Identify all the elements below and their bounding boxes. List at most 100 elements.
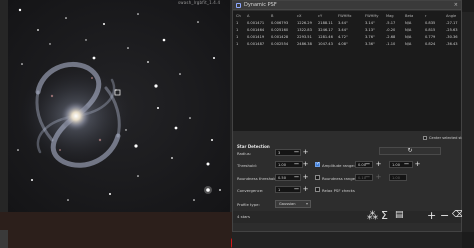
cell: 0.025160 bbox=[271, 28, 289, 32]
roundness-min-decrease-button[interactable]: − bbox=[364, 174, 371, 181]
header-cx[interactable]: cX bbox=[297, 14, 301, 18]
header-beta[interactable]: Beta bbox=[405, 14, 413, 18]
header-ch[interactable]: Ch bbox=[236, 14, 241, 18]
cell: 1047.43 bbox=[318, 42, 333, 46]
cell: 0.006793 bbox=[271, 21, 289, 25]
cell: -36.43 bbox=[446, 42, 458, 46]
cell: 0.001464 bbox=[247, 28, 265, 32]
cell: 0.001487 bbox=[247, 42, 265, 46]
radius-increase-button[interactable]: + bbox=[302, 149, 309, 156]
remove-star-icon[interactable]: − bbox=[440, 210, 449, 221]
close-icon[interactable]: × bbox=[454, 2, 458, 8]
profile-type-label: Profile type: bbox=[237, 202, 260, 207]
header-fwhmy[interactable]: FWHMy bbox=[365, 14, 379, 18]
cell: 3.14" bbox=[365, 21, 375, 25]
galaxy-image-canvas[interactable] bbox=[8, 0, 230, 212]
galaxy-image bbox=[17, 8, 221, 201]
cell: -1.10 bbox=[386, 42, 396, 46]
table-row[interactable]: 1 0.001471 0.006793 1226.29 2188.11 3.44… bbox=[233, 21, 461, 27]
header-a[interactable]: A bbox=[247, 14, 249, 18]
cell: 3.13" bbox=[365, 28, 375, 32]
cell: 1 bbox=[236, 42, 239, 46]
add-star-icon[interactable]: + bbox=[427, 210, 436, 221]
save-list-icon[interactable]: ▤ bbox=[395, 210, 404, 221]
cell: -2.68 bbox=[386, 35, 396, 39]
cell: 0.001471 bbox=[247, 21, 265, 25]
star-count: 4 stars bbox=[237, 214, 250, 219]
header-mag[interactable]: Mag bbox=[386, 14, 394, 18]
table-header: Ch A B cX cY FWHMx FWHMy Mag Beta r Angl… bbox=[233, 14, 461, 20]
window-title: Dynamic PSF bbox=[244, 2, 277, 8]
cell: -25.63 bbox=[446, 28, 458, 32]
window-titlebar[interactable]: Dynamic PSF × bbox=[233, 1, 461, 10]
radius-decrease-button[interactable]: − bbox=[293, 149, 300, 156]
star-table[interactable]: Ch A B cX cY FWHMx FWHMy Mag Beta r Angl… bbox=[233, 11, 461, 131]
cell: 3.44" bbox=[338, 21, 348, 25]
roundness-min-increase-button[interactable]: + bbox=[375, 174, 382, 181]
center-selected-checkbox[interactable] bbox=[423, 136, 427, 140]
convergence-increase-button[interactable]: + bbox=[302, 186, 309, 193]
amplitude-min-increase-button[interactable]: + bbox=[375, 161, 382, 168]
center-selected-label: Center selected star bbox=[429, 136, 466, 140]
header-cy[interactable]: cY bbox=[318, 14, 322, 18]
cell: 3.76" bbox=[365, 35, 375, 39]
refresh-icon: ↻ bbox=[407, 147, 413, 154]
profile-type-select[interactable]: Gaussian bbox=[275, 200, 311, 208]
cell: 1 bbox=[236, 21, 239, 25]
bottom-strip bbox=[232, 232, 474, 248]
radius-label: Radius: bbox=[237, 151, 252, 156]
table-row[interactable]: 1 0.001464 0.025160 1322.83 3246.17 3.44… bbox=[233, 28, 461, 34]
cell: 0.779 bbox=[425, 35, 436, 39]
cell: -0.20 bbox=[386, 28, 396, 32]
threshold-increase-button[interactable]: + bbox=[302, 161, 309, 168]
cell: 0.824 bbox=[425, 42, 436, 46]
viewer-corner bbox=[0, 230, 8, 248]
relax-psf-checkbox[interactable] bbox=[315, 187, 320, 192]
cell: 3246.17 bbox=[318, 28, 333, 32]
convergence-label: Convergence: bbox=[237, 188, 264, 193]
relax-psf-label: Relax PSF checks bbox=[322, 188, 355, 193]
amplitude-max-increase-button[interactable]: + bbox=[414, 161, 421, 168]
cell: N/A bbox=[405, 42, 412, 46]
cell: 1226.29 bbox=[297, 21, 312, 25]
cell: N/A bbox=[405, 21, 412, 25]
center-selected-star-option[interactable]: Center selected star bbox=[423, 136, 466, 140]
window-icon bbox=[236, 3, 241, 8]
header-r[interactable]: r bbox=[425, 14, 426, 18]
cell: -30.36 bbox=[446, 35, 458, 39]
cell: 1 bbox=[236, 28, 239, 32]
roundness-threshold-label: Roundness threshold: bbox=[237, 176, 279, 181]
roundness-range-label: Roundness range: bbox=[322, 176, 357, 181]
cell: 2188.11 bbox=[318, 21, 333, 25]
roundness-increase-button[interactable]: + bbox=[302, 174, 309, 181]
amplitude-max-decrease-button[interactable]: − bbox=[403, 161, 410, 168]
sigma-icon[interactable]: Σ bbox=[381, 210, 388, 221]
convergence-decrease-button[interactable]: − bbox=[293, 186, 300, 193]
threshold-label: Threshold: bbox=[237, 163, 257, 168]
cell: N/A bbox=[405, 28, 412, 32]
header-fwhmx[interactable]: FWHMx bbox=[338, 14, 352, 18]
cell: 0.001428 bbox=[271, 35, 289, 39]
cell: 1 bbox=[236, 35, 239, 39]
amplitude-range-label: Amplitude range: bbox=[322, 163, 355, 168]
cell: 4.08" bbox=[338, 42, 348, 46]
find-stars-icon[interactable]: ⁂ bbox=[367, 210, 378, 221]
roundness-range-checkbox[interactable] bbox=[315, 175, 320, 180]
header-angle[interactable]: Angle bbox=[446, 14, 456, 18]
threshold-decrease-button[interactable]: − bbox=[293, 161, 300, 168]
roundness-decrease-button[interactable]: − bbox=[293, 174, 300, 181]
cell: -5.17 bbox=[386, 21, 396, 25]
header-b[interactable]: B bbox=[271, 14, 273, 18]
amplitude-range-checkbox[interactable] bbox=[315, 161, 320, 167]
cell: 3.36" bbox=[365, 42, 375, 46]
cell: 0.002554 bbox=[271, 42, 289, 46]
table-row[interactable]: 1 0.001487 0.002554 2486.38 1047.43 4.08… bbox=[233, 42, 461, 48]
roundness-max-input[interactable]: 1.00 bbox=[389, 174, 407, 181]
refresh-button[interactable]: ↻ bbox=[379, 147, 441, 155]
right-panel-inner bbox=[462, 12, 474, 232]
cell: 0.835 bbox=[425, 21, 436, 25]
amplitude-min-decrease-button[interactable]: − bbox=[364, 161, 371, 168]
cell: 1281.46 bbox=[318, 35, 333, 39]
table-row[interactable]: 1 0.001419 0.001428 2293.51 1281.46 4.72… bbox=[233, 35, 461, 41]
image-viewer[interactable]: swash_lrgbfit_1.4.4 bbox=[0, 0, 236, 248]
